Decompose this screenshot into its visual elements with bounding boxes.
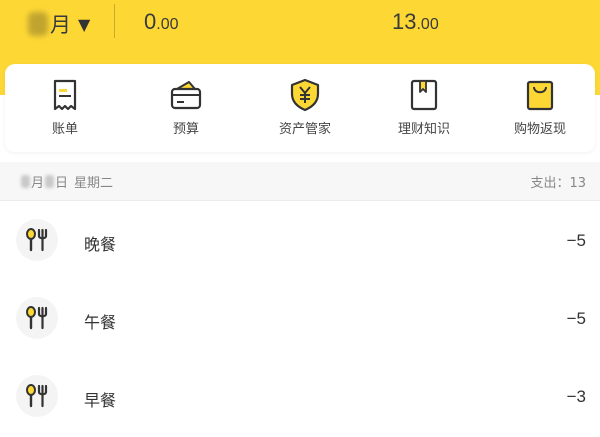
quick-item-budget[interactable]: 预算 (131, 64, 241, 152)
month-selector[interactable]: 月 ▼ (28, 7, 90, 41)
record-amount: −3 (566, 387, 586, 406)
record-category: 午餐 (84, 313, 117, 332)
header-divider (114, 4, 115, 38)
expense-amount: 13.00 (392, 9, 439, 34)
record-amount: −5 (566, 309, 586, 328)
bill-icon (53, 79, 77, 111)
month-number-redacted (28, 12, 48, 36)
record-row[interactable]: 晚餐 −5 (0, 203, 600, 281)
record-category: 早餐 (84, 391, 117, 410)
month-number-redacted (21, 175, 30, 188)
quick-item-shopping-cashback[interactable]: 购物返现 (485, 64, 595, 152)
weekday: 星期二 (74, 176, 114, 191)
quick-item-label: 购物返现 (513, 122, 566, 137)
quick-item-label: 理财知识 (397, 122, 450, 137)
bookmark-book-icon (410, 79, 438, 111)
fork-spoon-icon (16, 375, 58, 417)
day-number-redacted (45, 175, 55, 188)
budget-wallet-icon (170, 81, 202, 110)
quick-item-label: 资产管家 (278, 122, 331, 137)
day-date: 月 日 星期二 (20, 172, 113, 191)
quick-item-finance-knowledge[interactable]: 理财知识 (369, 64, 479, 152)
record-row[interactable]: 早餐 −3 (0, 359, 600, 437)
record-amount: −5 (566, 231, 586, 250)
record-row[interactable]: 午餐 −5 (0, 281, 600, 359)
quick-item-bill[interactable]: 账单 (10, 64, 120, 152)
quick-menu: 账单 预算 资产管家 理财知识 购物返现 (5, 64, 595, 152)
income-amount: 0.00 (144, 9, 179, 34)
shopping-bag-icon (526, 80, 554, 111)
record-category: 晚餐 (84, 235, 117, 254)
quick-item-asset-manager[interactable]: 资产管家 (250, 64, 360, 152)
quick-item-label: 预算 (172, 122, 199, 137)
quick-item-label: 账单 (51, 122, 78, 137)
fork-spoon-icon (16, 219, 58, 261)
yuan-shield-icon (290, 78, 320, 112)
fork-spoon-icon (16, 297, 58, 339)
month-label: 月 (50, 13, 71, 37)
day-expense-total: 支出：13 (530, 176, 586, 191)
day-group-header: 月 日 星期二 支出：13 (0, 162, 600, 201)
caret-down-icon: ▼ (78, 14, 91, 34)
